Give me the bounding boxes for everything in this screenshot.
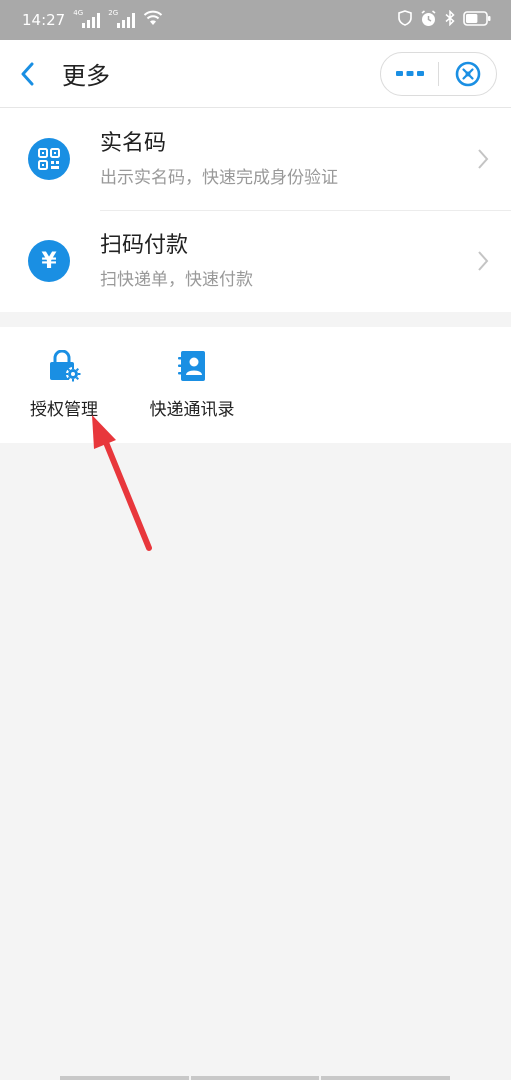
chevron-right-icon	[477, 148, 489, 174]
signal-4g-tag: 4G	[73, 8, 84, 17]
more-icon	[395, 70, 424, 76]
signal-4g-icon: 4G	[73, 8, 101, 28]
signal-2g-tag: 2G	[108, 8, 119, 17]
chevron-left-icon	[21, 62, 34, 85]
status-right	[398, 9, 491, 31]
qr-code-icon	[28, 138, 70, 180]
bluetooth-icon	[445, 9, 455, 30]
shield-icon	[398, 10, 412, 30]
grid-item-contacts[interactable]: 快递通讯录	[128, 327, 256, 443]
grid-item-label: 授权管理	[30, 400, 98, 420]
battery-icon	[463, 10, 491, 30]
page-title: 更多	[62, 62, 110, 90]
list-item-title: 扫码付款	[100, 233, 189, 258]
status-bar: 14:27 4G 2G	[0, 0, 511, 40]
battery-fill	[466, 13, 478, 23]
wifi-icon	[143, 10, 163, 30]
list-item-subtitle: 扫快递单，快速付款	[100, 270, 253, 290]
list-item-text: 扫码付款 扫快递单，快速付款	[100, 232, 511, 290]
list-item-text: 实名码 出示实名码，快速完成身份验证	[100, 130, 511, 188]
grid-item-authorization[interactable]: 授权管理	[0, 327, 128, 443]
alarm-icon	[420, 9, 437, 31]
grid-item-label: 快递通讯录	[149, 400, 235, 420]
header: 更多	[0, 40, 511, 108]
chevron-right-icon	[477, 250, 489, 276]
signal-2g-icon: 2G	[108, 8, 136, 28]
contacts-icon	[175, 349, 209, 383]
list-item-title: 实名码	[100, 131, 167, 156]
yuan-icon: ¥	[28, 240, 70, 282]
mini-program-capsule	[380, 51, 497, 96]
close-mini-program-button[interactable]	[439, 53, 496, 95]
list-item-real-name-code[interactable]: 实名码 出示实名码，快速完成身份验证	[0, 108, 511, 210]
more-options-button[interactable]	[381, 53, 438, 95]
list-item-subtitle: 出示实名码，快速完成身份验证	[100, 168, 338, 188]
list-item-scan-pay[interactable]: ¥ 扫码付款 扫快递单，快速付款	[0, 210, 511, 312]
status-time: 14:27	[22, 11, 66, 29]
feature-grid: 授权管理 快递通讯录	[0, 327, 511, 443]
feature-list: 实名码 出示实名码，快速完成身份验证 ¥ 扫码付款 扫快递单，快速付款	[0, 108, 511, 312]
back-button[interactable]	[20, 60, 44, 88]
bottom-nav-indicator	[60, 1076, 451, 1080]
status-left: 14:27 4G 2G	[22, 8, 163, 30]
close-circle-icon	[455, 61, 480, 86]
lock-gear-icon	[47, 349, 81, 383]
